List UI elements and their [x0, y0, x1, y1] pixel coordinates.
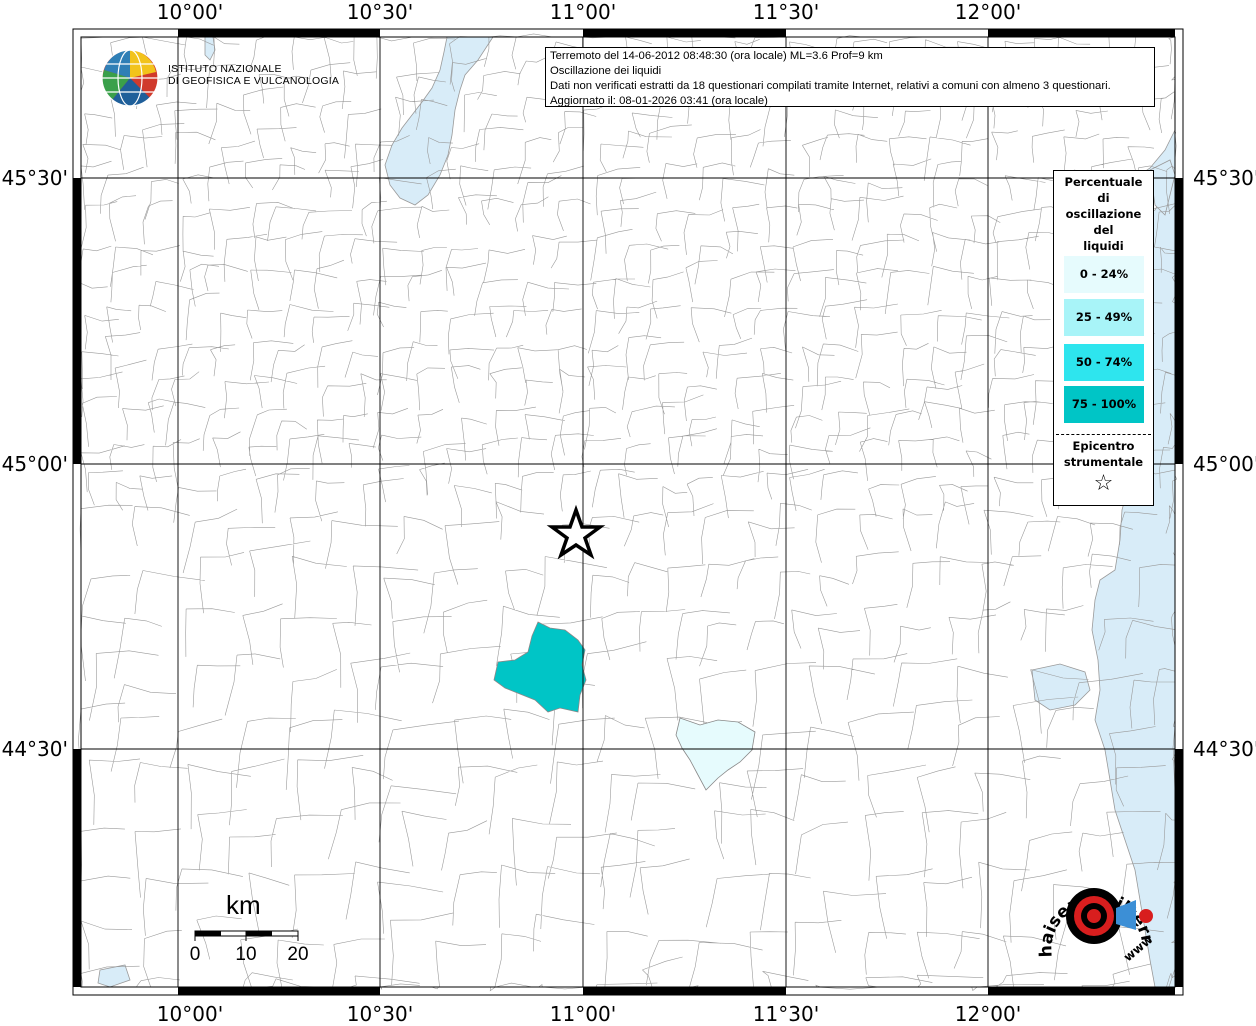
legend-separator	[1056, 434, 1151, 435]
scale-unit: km	[226, 890, 261, 920]
legend-title-line: oscillazione	[1065, 207, 1142, 221]
legend-title: Percentuale di oscillazione del liquidi	[1054, 171, 1153, 254]
legend-title-line: liquidi	[1083, 239, 1124, 253]
lon-tick-top-3: 11°00'	[549, 0, 617, 24]
data-note: Dati non verificati estratti da 18 quest…	[550, 80, 1111, 92]
scale-label-0: 0	[189, 944, 201, 965]
legend-star-icon: ☆	[1093, 471, 1114, 496]
lat-tick-right-3: 44°30'	[1193, 737, 1256, 761]
lon-tick-bottom-2: 10°30'	[346, 1002, 414, 1026]
event-title: Terremoto del 14-06-2012 08:48:30 (ora l…	[550, 50, 883, 62]
lat-tick-right-1: 45°30'	[1193, 166, 1256, 190]
haisentito-logo: haisentitoilterremoto.it www	[1032, 862, 1157, 964]
lon-tick-bottom-3: 11°00'	[549, 1002, 617, 1026]
legend-epicenter-line: strumentale	[1063, 455, 1144, 469]
lon-tick-bottom-1: 10°00'	[156, 1002, 224, 1026]
lat-tick-left-2: 45°00'	[1, 452, 68, 476]
lon-tick-top-4: 11°30'	[752, 0, 820, 24]
lon-tick-top-5: 12°00'	[954, 0, 1022, 24]
lon-tick-top-1: 10°00'	[156, 0, 224, 24]
legend-epicenter-label: Epicentro strumentale	[1054, 438, 1153, 470]
lon-tick-bottom-5: 12°00'	[954, 1002, 1022, 1026]
legend-item-75-100: 75 - 100%	[1064, 386, 1144, 423]
legend-epicenter-line: Epicentro	[1072, 439, 1135, 453]
updated-timestamp: Aggiornato il: 08-01-2026 03:41 (ora loc…	[550, 95, 768, 107]
legend-item-25-49: 25 - 49%	[1064, 299, 1144, 336]
legend: Percentuale di oscillazione del liquidi …	[1053, 170, 1154, 506]
lat-tick-left-1: 45°30'	[1, 166, 68, 190]
lon-tick-bottom-4: 11°30'	[752, 1002, 820, 1026]
legend-item-0-24: 0 - 24%	[1064, 256, 1144, 293]
ingv-line-2: DI GEOFISICA E VULCANOLOGIA	[168, 75, 340, 87]
ingv-line-1: ISTITUTO NAZIONALE	[168, 63, 282, 75]
legend-title-line: di	[1097, 191, 1110, 205]
map-subject: Oscillazione dei liquidi	[550, 65, 662, 77]
ingv-logo-text: ISTITUTO NAZIONALE DI GEOFISICA E VULCAN…	[168, 63, 339, 87]
legend-item-50-74: 50 - 74%	[1064, 344, 1144, 381]
lat-tick-right-2: 45°00'	[1193, 452, 1256, 476]
lon-tick-top-2: 10°30'	[346, 0, 414, 24]
event-info-box: Terremoto del 14-06-2012 08:48:30 (ora l…	[545, 47, 1155, 107]
legend-title-line: Percentuale	[1064, 175, 1143, 189]
scale-label-10: 10	[235, 944, 257, 965]
scale-label-20: 20	[287, 944, 309, 965]
lat-tick-left-3: 44°30'	[1, 737, 68, 761]
legend-title-line: del	[1093, 223, 1114, 237]
ingv-globe-logo	[101, 49, 159, 107]
